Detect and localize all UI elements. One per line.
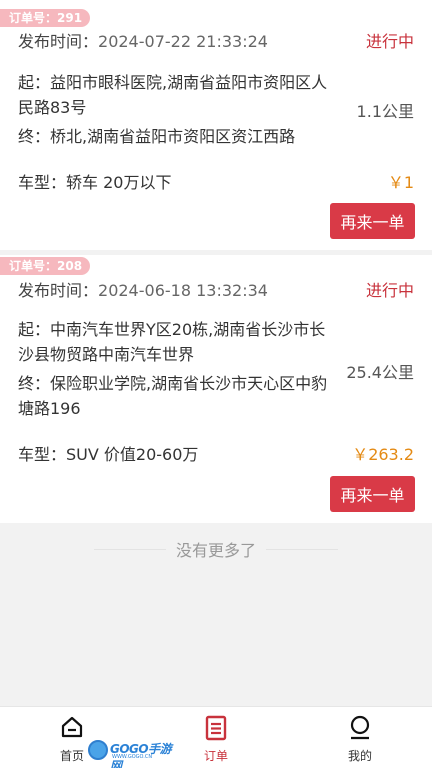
order-number-badge: 订单号：291: [0, 9, 91, 27]
publish-time-label: 发布时间：: [18, 281, 99, 300]
home-icon: [61, 716, 83, 738]
distance: 25.4公里: [346, 363, 414, 382]
price: ￥263.2: [352, 445, 414, 464]
publish-time-row: 发布时间：2024-07-22 21:33:24 进行中: [18, 28, 414, 52]
watermark-icon: [88, 740, 108, 760]
end-address: 终：保险职业学院,湖南省长沙市天心区中豹塘路196: [18, 374, 328, 418]
publish-time-value: 2024-06-18 13:32:34: [98, 281, 268, 300]
tab-mine[interactable]: 我的: [320, 707, 400, 768]
order-list-icon: [205, 715, 227, 741]
start-address: 起：益阳市眼科医院,湖南省益阳市资阳区人民路83号: [18, 73, 328, 117]
vehicle-type: 车型：SUV 价值20-60万: [18, 445, 199, 464]
reorder-button[interactable]: 再来一单: [330, 476, 415, 512]
tab-mine-label: 我的: [347, 749, 372, 763]
vehicle-type: 车型：轿车 20万以下: [18, 173, 172, 192]
order-status: 进行中: [365, 281, 414, 300]
publish-time-label: 发布时间：: [18, 32, 99, 51]
bottom-tab-bar: 首页 订单 我的: [0, 706, 432, 768]
order-card[interactable]: 订单号：208 发布时间：2024-06-18 13:32:34 进行中 起：中…: [0, 255, 432, 523]
order-card[interactable]: 订单号：291 发布时间：2024-07-22 21:33:24 进行中 起：益…: [0, 0, 432, 250]
end-address: 终：桥北,湖南省益阳市资阳区资江西路: [18, 127, 296, 146]
reorder-button[interactable]: 再来一单: [330, 203, 415, 239]
distance: 1.1公里: [356, 102, 414, 121]
divider-line: [266, 548, 338, 550]
tab-orders-label: 订单: [203, 749, 228, 763]
no-more-text: 没有更多了: [175, 541, 256, 560]
no-more-indicator: 没有更多了: [0, 537, 432, 561]
publish-time: 发布时间：2024-07-22 21:33:24: [18, 28, 268, 52]
start-address: 起：中南汽车世界Y区20栋,湖南省长沙市长沙县物贸路中南汽车世界: [18, 320, 326, 364]
watermark-logo: GOGO手游网 WWW.GOGO.CN: [88, 738, 176, 768]
order-status: 进行中: [365, 32, 414, 51]
order-number-badge: 订单号：208: [0, 257, 91, 275]
divider-line: [93, 548, 166, 550]
publish-time-row: 发布时间：2024-06-18 13:32:34 进行中: [18, 277, 414, 301]
tab-orders[interactable]: 订单: [176, 707, 256, 768]
price: ￥1: [387, 173, 414, 192]
user-icon: [350, 715, 370, 740]
watermark-sub: WWW.GOGO.CN: [112, 754, 153, 760]
publish-time: 发布时间：2024-06-18 13:32:34: [18, 277, 268, 301]
publish-time-value: 2024-07-22 21:33:24: [98, 32, 268, 51]
